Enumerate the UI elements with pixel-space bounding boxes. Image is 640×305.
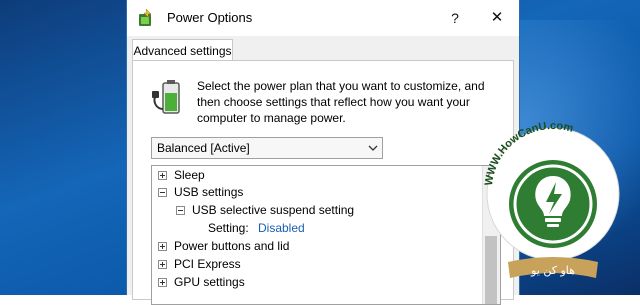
close-button[interactable]: ✕ [485, 6, 509, 30]
tree-item-label: USB selective suspend setting [192, 203, 355, 217]
tree-item-label: USB settings [174, 185, 244, 199]
plan-description: Select the power plan that you want to c… [197, 79, 485, 125]
setting-value-link[interactable]: Disabled [258, 220, 305, 237]
power-options-app-icon [139, 8, 152, 26]
expand-plus-icon[interactable] [158, 171, 167, 180]
tree-item-label: PCI Express [174, 257, 241, 271]
expand-plus-icon[interactable] [158, 260, 167, 269]
help-button[interactable]: ? [443, 6, 467, 30]
watermark-brand-text: هاو کن یو [530, 264, 575, 277]
power-settings-tree[interactable]: Sleep USB settings USB selective suspend… [151, 165, 501, 305]
setting-label: Setting: [208, 221, 249, 235]
tree-item-label: GPU settings [174, 275, 245, 289]
chevron-down-icon [368, 145, 378, 151]
collapse-minus-icon[interactable] [176, 206, 185, 215]
power-plan-dropdown[interactable]: Balanced [Active] [151, 137, 383, 159]
battery-plug-icon [152, 80, 180, 114]
tab-advanced-settings[interactable]: Advanced settings [132, 39, 233, 61]
power-plan-selected-value: Balanced [Active] [157, 141, 250, 155]
title-bar[interactable]: Power Options ? ✕ [127, 0, 519, 36]
dialog-content: Advanced settings Select the power plan … [127, 36, 519, 305]
tree-item-label: Sleep [174, 168, 205, 182]
expand-plus-icon[interactable] [158, 278, 167, 287]
howcanu-logo-watermark: WWW.HowCanU.com هاو کن یو [483, 120, 620, 278]
advanced-settings-panel: Select the power plan that you want to c… [132, 60, 514, 305]
power-options-dialog: Power Options ? ✕ Advanced settings Sele… [126, 0, 520, 305]
expand-plus-icon[interactable] [158, 242, 167, 251]
collapse-minus-icon[interactable] [158, 188, 167, 197]
window-title: Power Options [167, 10, 253, 25]
tree-item-label: Power buttons and lid [174, 239, 290, 253]
